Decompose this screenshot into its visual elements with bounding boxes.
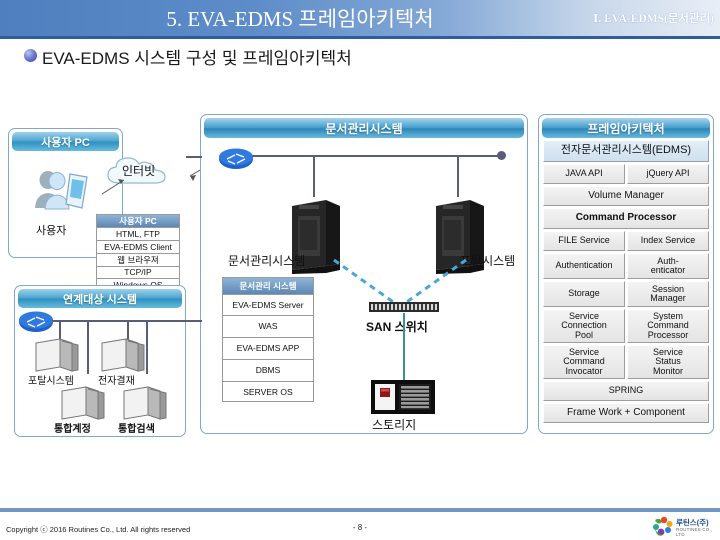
framework-cell: Auth- enticator bbox=[627, 253, 709, 279]
user-pc-panel-header: 사용자 PC bbox=[12, 132, 119, 151]
framework-panel-header: 프레임아키텍처 bbox=[542, 118, 710, 138]
bullet-dot-icon bbox=[24, 49, 37, 62]
stack-header: 사용자 PC bbox=[97, 215, 179, 228]
stack-row: 웹 브라우져 bbox=[97, 254, 179, 267]
header-subtitle: Ⅰ. EVA-EDMS(문서관리) bbox=[593, 13, 714, 25]
linked-node-label: 통합계정 bbox=[54, 424, 91, 435]
dms-drop-line bbox=[457, 155, 459, 197]
section-title: EVA-EDMS 시스템 구성 및 프레임아키텍처 bbox=[42, 49, 352, 68]
network-router-icon bbox=[219, 148, 253, 169]
framework-cell: Volume Manager bbox=[543, 186, 709, 206]
linked-node-label: 통합검색 bbox=[118, 424, 155, 435]
framework-cell: Authentication bbox=[543, 253, 625, 279]
user-avatar-icon bbox=[35, 171, 88, 210]
framework-cell: Service Command Invocator bbox=[543, 345, 625, 379]
logo-company-sub: ROUTINES CO., LTD bbox=[676, 527, 713, 537]
framework-cell: Command Processor bbox=[543, 208, 709, 229]
framework-cell: Service Status Monitor bbox=[627, 345, 709, 379]
framework-cell: Storage bbox=[543, 281, 625, 307]
footer-divider bbox=[0, 508, 720, 512]
panel-link-line bbox=[186, 156, 202, 158]
storage-array-icon bbox=[371, 380, 435, 414]
san-switch-label: SAN 스위치 bbox=[366, 320, 428, 334]
network-router-icon bbox=[19, 311, 53, 332]
framework-cell: Index Service bbox=[627, 231, 709, 251]
stack-header: 문서관리 시스템 bbox=[223, 278, 313, 295]
framework-cell: System Command Processor bbox=[627, 309, 709, 343]
framework-cell: Service Connection Pool bbox=[543, 309, 625, 343]
dms-drop-line bbox=[313, 155, 315, 197]
stack-row: EVA-EDMS APP bbox=[223, 338, 313, 360]
framework-cell: FILE Service bbox=[543, 231, 625, 251]
framework-cell: Session Manager bbox=[627, 281, 709, 307]
stack-row: EVA-EDMS Client bbox=[97, 241, 179, 254]
user-label: 사용자 bbox=[36, 225, 67, 237]
dms-panel-header: 문서관리시스템 bbox=[204, 118, 524, 138]
stack-row: EVA-EDMS Server bbox=[223, 295, 313, 316]
dms-server-label: 문서관리시스템 bbox=[228, 254, 306, 268]
header-divider bbox=[0, 36, 720, 39]
stack-row: TCP/IP bbox=[97, 267, 179, 279]
stack-row: WAS bbox=[223, 316, 313, 338]
linked-systems-panel-header: 연계대상 시스템 bbox=[18, 289, 182, 308]
dms-stack-table: 문서관리 시스템 EVA-EDMS Server WAS EVA-EDMS AP… bbox=[222, 277, 314, 402]
server-icon bbox=[35, 338, 79, 372]
server-icon bbox=[61, 386, 105, 420]
framework-cell: JAVA API bbox=[543, 164, 625, 184]
page-number: - 8 - bbox=[352, 523, 368, 532]
dms-bus-endpoint bbox=[497, 151, 506, 160]
framework-cell: Frame Work + Component bbox=[543, 403, 709, 423]
slide-canvas: 5. EVA-EDMS 프레임아키텍처 Ⅰ. EVA-EDMS(문서관리) EV… bbox=[0, 0, 720, 540]
framework-top-block: 전자문서관리시스템(EDMS) bbox=[543, 140, 709, 162]
stack-row: DBMS bbox=[223, 360, 313, 382]
framework-cell: jQuery API bbox=[627, 164, 709, 184]
panel-link-line bbox=[186, 320, 202, 322]
stack-row: SERVER OS bbox=[243, 386, 293, 397]
company-logo-icon: 루틴스(주) ROUTINES CO., LTD bbox=[652, 516, 716, 538]
server-icon bbox=[123, 386, 167, 420]
linked-drop-line bbox=[87, 320, 89, 374]
san-storage-line bbox=[403, 313, 405, 385]
storage-label: 스토리지 bbox=[372, 418, 417, 432]
slide-header: 5. EVA-EDMS 프레임아키텍처 Ⅰ. EVA-EDMS(문서관리) bbox=[0, 0, 720, 36]
user-pc-stack-table: 사용자 PC HTML, FTP EVA-EDMS Client 웹 브라우져 … bbox=[96, 214, 180, 291]
linked-bus-line bbox=[52, 320, 186, 322]
framework-cell: SPRING bbox=[543, 381, 709, 401]
server-icon bbox=[101, 338, 145, 372]
san-switch-icon bbox=[369, 302, 439, 312]
dms-bus-line bbox=[252, 155, 502, 157]
stack-row: HTML, FTP bbox=[97, 228, 179, 241]
